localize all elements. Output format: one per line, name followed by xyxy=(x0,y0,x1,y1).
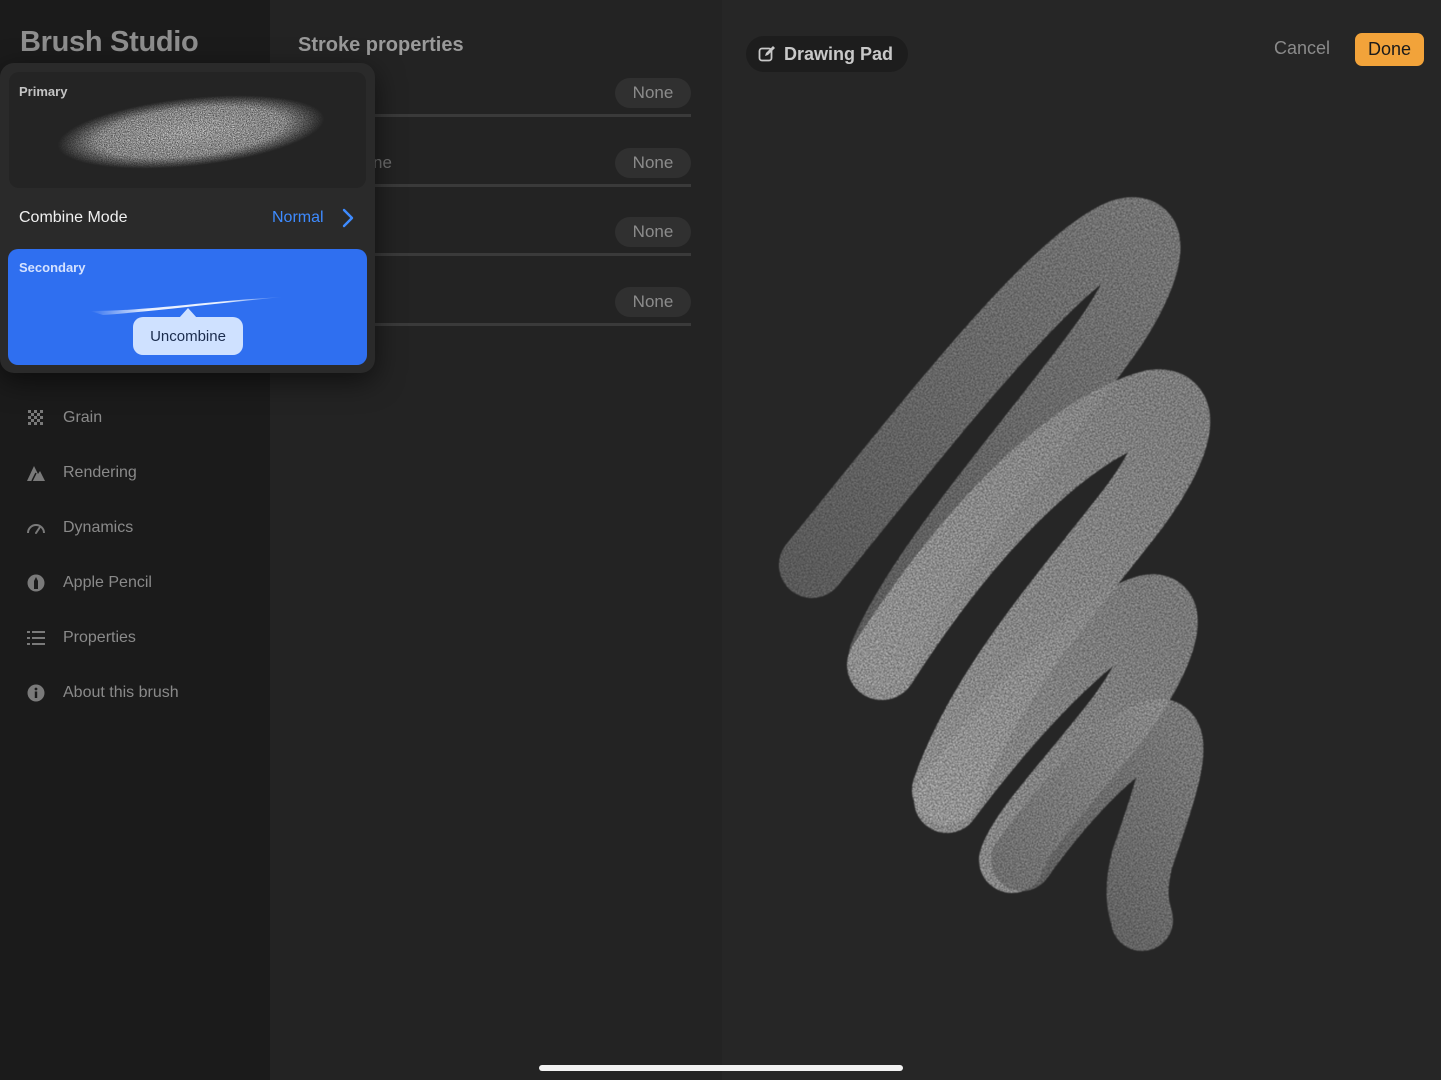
info-icon xyxy=(26,683,46,703)
edit-icon xyxy=(758,45,776,63)
combine-mode-row[interactable]: Combine Mode Normal xyxy=(0,193,375,243)
property-value-pill[interactable]: None xyxy=(615,217,691,247)
sidebar-item-properties[interactable]: Properties xyxy=(0,616,270,660)
sidebar-item-apple-pencil[interactable]: Apple Pencil xyxy=(0,561,270,605)
property-value-pill[interactable]: None xyxy=(615,148,691,178)
drawing-pad-label: Drawing Pad xyxy=(784,43,894,64)
uncombine-button[interactable]: Uncombine xyxy=(133,317,243,355)
sidebar-item-label: Grain xyxy=(63,409,103,426)
chevron-right-icon[interactable] xyxy=(341,208,355,228)
sidebar-item-dynamics[interactable]: Dynamics xyxy=(0,506,270,550)
grain-icon xyxy=(26,408,46,428)
primary-brush-preview xyxy=(57,95,325,169)
cancel-button[interactable]: Cancel xyxy=(1274,38,1330,62)
dynamics-icon xyxy=(26,518,46,538)
sidebar-item-grain[interactable]: Grain xyxy=(0,396,270,440)
primary-brush-card[interactable]: Primary xyxy=(9,72,366,188)
sidebar-item-label: Properties xyxy=(63,629,136,646)
rendering-icon xyxy=(26,463,46,483)
home-indicator[interactable] xyxy=(539,1065,903,1071)
property-value-pill[interactable]: None xyxy=(615,78,691,108)
sidebar-item-label: Apple Pencil xyxy=(63,574,152,591)
property-value-pill[interactable]: None xyxy=(615,287,691,317)
done-button[interactable]: Done xyxy=(1355,33,1424,66)
sidebar-item-label: Rendering xyxy=(63,464,137,481)
app-title: Brush Studio xyxy=(20,26,199,58)
drawing-pad-button[interactable]: Drawing Pad xyxy=(746,36,908,72)
drawing-pad[interactable]: Drawing Pad Cancel Done xyxy=(722,0,1441,1080)
combine-mode-label: Combine Mode xyxy=(19,209,128,226)
property-label: ne xyxy=(373,153,392,172)
properties-icon xyxy=(26,628,46,648)
combine-mode-value[interactable]: Normal xyxy=(272,209,324,227)
sidebar-item-about[interactable]: About this brush xyxy=(0,671,270,715)
sidebar-item-rendering[interactable]: Rendering xyxy=(0,451,270,495)
apple-pencil-icon xyxy=(26,573,46,593)
sidebar-item-label: Dynamics xyxy=(63,519,134,536)
sidebar-item-label: About this brush xyxy=(63,684,179,701)
brush-stroke-preview[interactable] xyxy=(722,0,1441,1080)
section-title: Stroke properties xyxy=(298,34,464,56)
